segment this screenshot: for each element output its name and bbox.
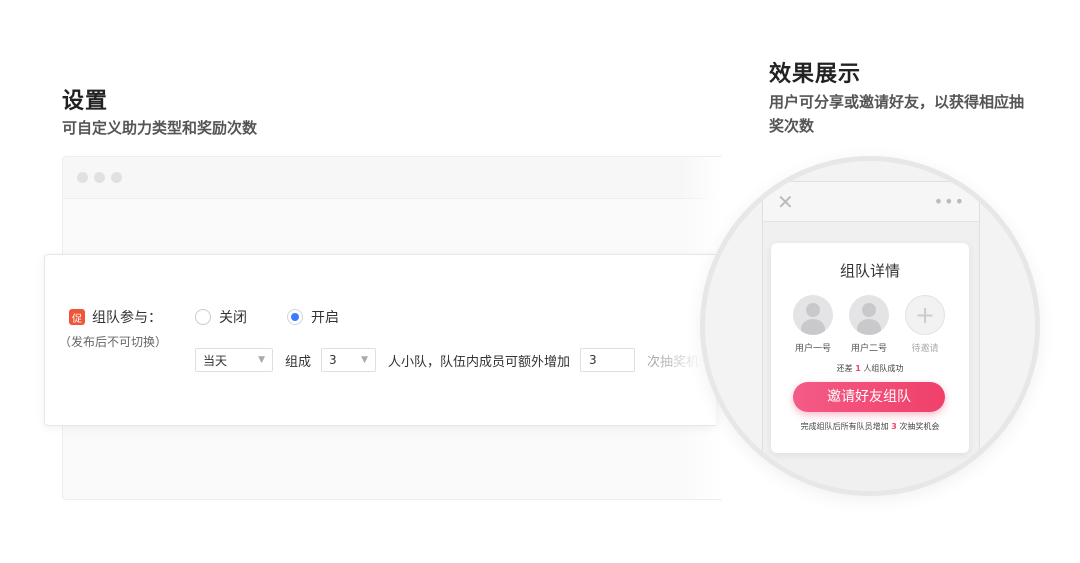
chevron-down-icon: ▼	[361, 355, 369, 365]
extra-draws-input[interactable]: 3	[580, 348, 636, 372]
window-dot-icon	[77, 172, 88, 183]
member-name: 用户二号	[850, 344, 887, 354]
window-dot-icon	[94, 172, 105, 183]
radio-on[interactable]: 开启	[287, 307, 339, 327]
radio-on-label: 开启	[311, 310, 339, 326]
team-participation-radio-group: 关闭 开启	[195, 307, 369, 327]
invite-friends-button[interactable]: 邀请好友组队	[793, 382, 945, 412]
remain-count: 1	[855, 364, 861, 373]
preview-title: 效果展示	[769, 62, 862, 87]
settings-subtitle: 可自定义助力类型和奖励次数	[62, 119, 258, 137]
remain-suffix: 人组队成功	[863, 364, 904, 373]
member-2: 用户二号	[847, 295, 891, 354]
radio-on-circle[interactable]	[287, 309, 303, 325]
promo-badge-icon: 促	[69, 309, 85, 325]
member-name: 待邀请	[911, 344, 939, 354]
compose-label: 组成	[285, 354, 312, 370]
team-detail-title: 组队详情	[839, 262, 900, 280]
bonus-count: 3	[891, 422, 897, 431]
settings-title: 设置	[62, 89, 109, 114]
remain-prefix: 还差	[836, 364, 853, 373]
preview-magnifier: ✕ ••• 组队详情 用户一号 用户二号 + 待邀请 还差 1 人组队成功 邀请…	[700, 156, 1040, 496]
avatar	[793, 295, 833, 335]
period-select-value: 当天	[203, 353, 228, 368]
period-select[interactable]: 当天 ▼	[195, 348, 273, 372]
team-size-select[interactable]: 3 ▼	[321, 348, 377, 372]
phone-topbar: ✕ •••	[763, 182, 979, 222]
close-icon[interactable]: ✕	[777, 192, 794, 212]
team-size-value: 3	[329, 353, 337, 367]
phone-preview: ✕ ••• 组队详情 用户一号 用户二号 + 待邀请 还差 1 人组队成功 邀请…	[762, 181, 980, 491]
radio-off-circle[interactable]	[195, 309, 211, 325]
chevron-down-icon: ▼	[258, 355, 265, 365]
avatar	[849, 295, 889, 335]
bonus-text: 完成组队后所有队员增加 3 次抽奖机会	[771, 421, 969, 432]
browser-titlebar	[63, 157, 722, 199]
member-1: 用户一号	[791, 295, 835, 354]
more-dots-icon[interactable]: •••	[934, 192, 965, 211]
bonus-suffix: 次抽奖机会	[899, 422, 940, 431]
radio-off-label: 关闭	[219, 310, 247, 326]
extra-draws-value: 3	[589, 353, 597, 367]
member-pending[interactable]: + 待邀请	[903, 295, 947, 354]
radio-off[interactable]: 关闭	[195, 307, 247, 327]
plus-icon[interactable]: +	[905, 295, 945, 335]
team-description: 人小队，队伍内成员可额外增加	[388, 354, 571, 370]
team-detail-card: 组队详情 用户一号 用户二号 + 待邀请 还差 1 人组队成功 邀请好友组队 完…	[771, 243, 969, 453]
team-settings-card: 促 组队参与： （发布后不可切换） 关闭 开启 当天 ▼ 组成 3 ▼ 人小队，…	[44, 254, 716, 426]
window-dot-icon	[111, 172, 122, 183]
member-name: 用户一号	[794, 344, 831, 354]
team-participation-note: （发布后不可切换）	[59, 335, 168, 349]
bonus-prefix: 完成组队后所有队员增加	[800, 422, 889, 431]
team-participation-label: 组队参与：	[92, 310, 162, 326]
preview-subtitle: 用户可分享或邀请好友，以获得相应抽奖次数	[769, 93, 1025, 135]
remaining-members-text: 还差 1 人组队成功	[771, 363, 969, 374]
